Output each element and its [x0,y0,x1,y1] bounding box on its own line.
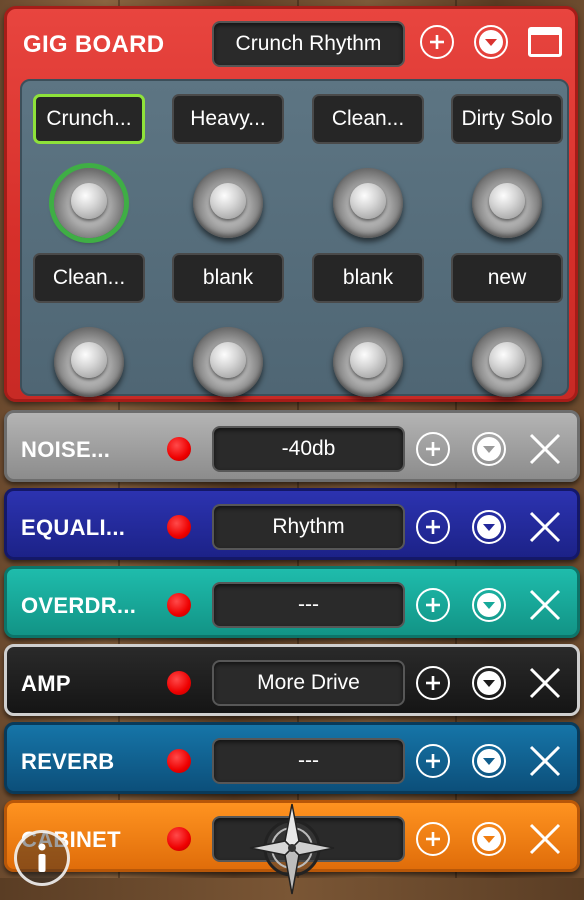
effect-power-led[interactable] [167,749,191,773]
plus-circle-icon [426,676,440,690]
footswitch-5[interactable] [54,327,124,397]
footswitch-6[interactable] [193,327,263,397]
pedal-label-1[interactable]: Crunch... [33,94,145,144]
effect-menu-button[interactable] [472,588,506,622]
footswitch-8[interactable] [472,327,542,397]
pedal-label-2[interactable]: Heavy... [172,94,284,144]
effect-preset-display[interactable]: --- [212,738,405,784]
effect-name: NOISE... [21,437,111,462]
close-icon[interactable] [527,509,563,545]
plus-circle-icon [426,832,440,846]
effect-row-overdrive: OVERDR... --- [4,566,580,638]
footswitch-7[interactable] [333,327,403,397]
add-effect-button[interactable] [416,666,450,700]
add-effect-button[interactable] [416,744,450,778]
footswitch-2[interactable] [193,168,263,238]
chevron-down-circle-icon [477,593,501,617]
plus-circle-icon [430,35,444,49]
effect-name: AMP [21,671,71,696]
pedal-label-4[interactable]: Dirty Solo [451,94,563,144]
footswitch-4[interactable] [472,168,542,238]
add-preset-button[interactable] [420,25,454,59]
close-icon[interactable] [527,665,563,701]
compass-icon[interactable] [246,798,338,900]
chevron-down-circle-icon [477,437,501,461]
footswitch-panel: Crunch... Heavy... Clean... Dirty Solo C… [20,79,569,397]
effect-power-led[interactable] [167,827,191,851]
effect-menu-button[interactable] [472,432,506,466]
info-button[interactable] [14,830,70,886]
pedal-label-3[interactable]: Clean... [312,94,424,144]
effect-row-equalizer: EQUALI... Rhythm [4,488,580,560]
effect-power-led[interactable] [167,671,191,695]
preset-menu-button[interactable] [474,25,508,59]
close-icon[interactable] [527,587,563,623]
add-effect-button[interactable] [416,510,450,544]
effect-row-amp: AMP More Drive [4,644,580,716]
close-icon[interactable] [527,431,563,467]
add-effect-button[interactable] [416,822,450,856]
close-icon[interactable] [527,743,563,779]
effect-menu-button[interactable] [472,510,506,544]
chevron-down-circle-icon [477,515,501,539]
plus-circle-icon [426,520,440,534]
chevron-down-circle-icon [477,827,501,851]
gig-board-title: GIG BOARD [23,31,165,58]
footswitch-1[interactable] [54,168,124,238]
pedal-label-6[interactable]: blank [172,253,284,303]
info-icon [38,843,46,872]
plus-circle-icon [426,598,440,612]
effect-name: OVERDR... [21,593,137,618]
chevron-down-circle-icon [477,671,501,695]
window-button[interactable] [528,27,562,57]
effect-row-noise-gate: NOISE... -40db [4,410,580,482]
footswitch-3[interactable] [333,168,403,238]
effect-preset-display[interactable]: Rhythm [212,504,405,550]
pedal-label-8[interactable]: new [451,253,563,303]
effect-row-reverb: REVERB --- [4,722,580,794]
effect-power-led[interactable] [167,515,191,539]
pedal-label-7[interactable]: blank [312,253,424,303]
effect-menu-button[interactable] [472,666,506,700]
effect-menu-button[interactable] [472,744,506,778]
effect-power-led[interactable] [167,593,191,617]
plus-circle-icon [426,442,440,456]
chevron-down-circle-icon [477,749,501,773]
pedal-label-5[interactable]: Clean... [33,253,145,303]
current-preset-display[interactable]: Crunch Rhythm [212,21,405,67]
effect-power-led[interactable] [167,437,191,461]
gig-board: GIG BOARD Crunch Rhythm Crunch... Heavy.… [4,6,578,402]
effect-name: EQUALI... [21,515,126,540]
add-effect-button[interactable] [416,588,450,622]
effect-preset-display[interactable]: -40db [212,426,405,472]
plus-circle-icon [426,754,440,768]
close-icon[interactable] [527,821,563,857]
effect-preset-display[interactable]: More Drive [212,660,405,706]
effect-menu-button[interactable] [472,822,506,856]
effect-name: REVERB [21,749,115,774]
effect-preset-display[interactable]: --- [212,582,405,628]
chevron-down-circle-icon [479,30,503,54]
add-effect-button[interactable] [416,432,450,466]
